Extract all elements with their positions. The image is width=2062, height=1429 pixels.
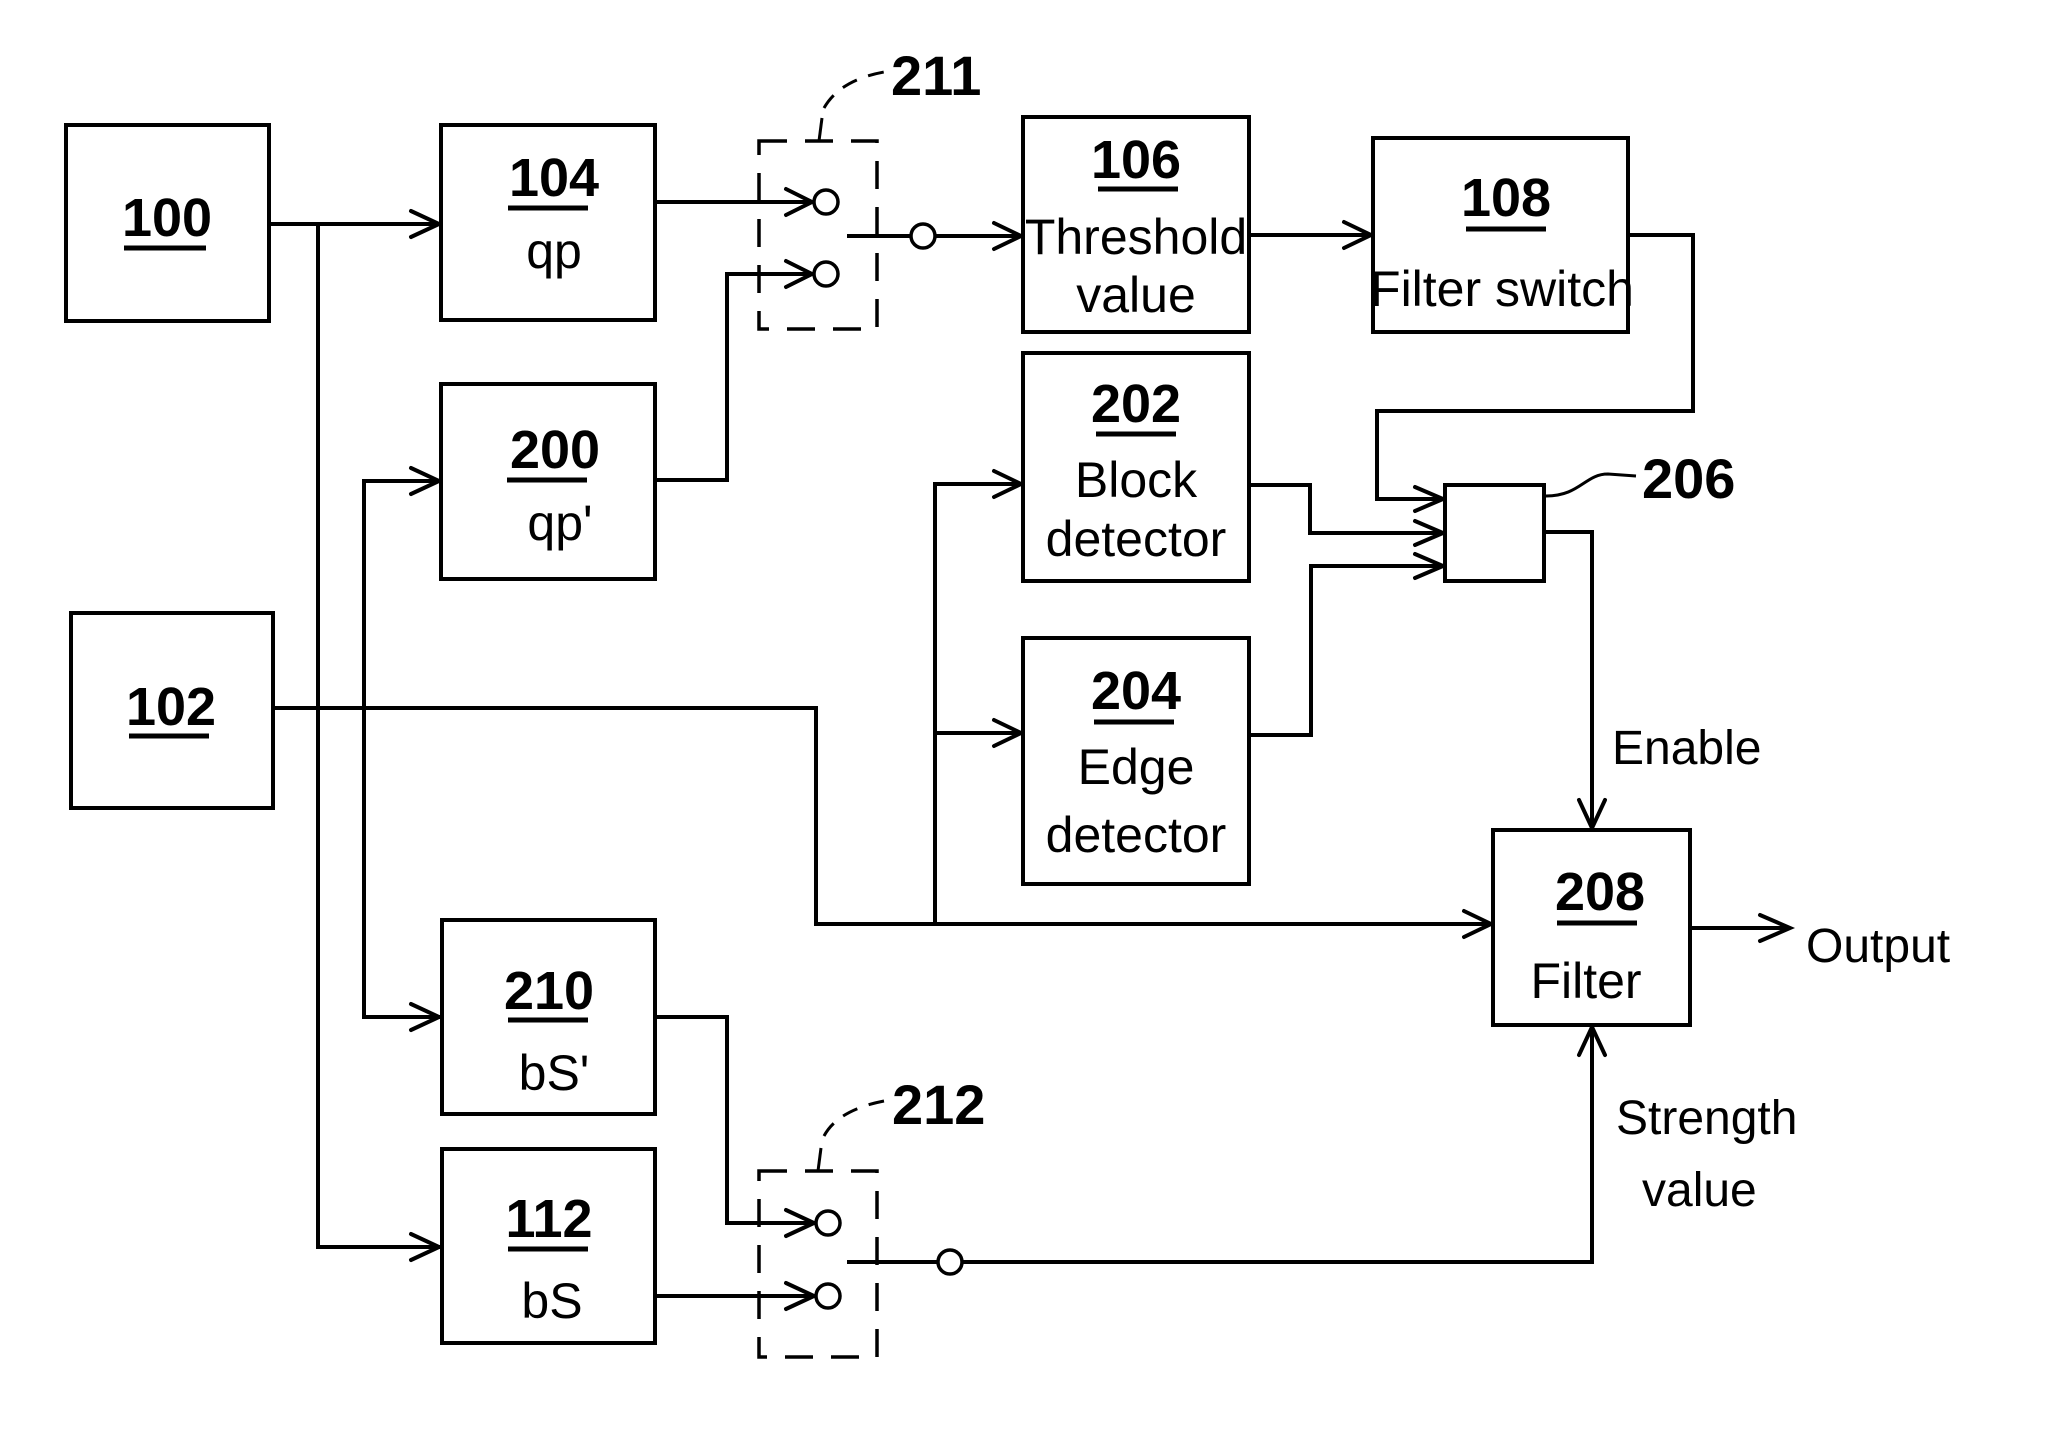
block-104-ref: 104 (509, 148, 599, 208)
block-112-ref: 112 (505, 1189, 592, 1249)
block-204-label-line1: Edge (1078, 739, 1195, 795)
combiner-206-leader (1545, 472, 1637, 498)
block-200-qp-prime: 200 qp' (439, 382, 657, 581)
switch-211-callout: 211 (891, 44, 981, 107)
switch-212-contact-top (814, 1209, 842, 1237)
block-202-block-detector: 202 Block detector (1021, 351, 1251, 583)
wire-204-to-206 (1249, 564, 1443, 737)
wire-to-detectors (933, 482, 1021, 924)
strength-value-label-line2: value (1642, 1164, 1757, 1217)
block-210-ref: 210 (504, 961, 594, 1021)
output-signal-label: Output (1806, 920, 1950, 973)
wire-200-to-211 (655, 272, 812, 482)
block-112-label: bS (521, 1273, 582, 1329)
block-104-qp: 104 qp (439, 123, 657, 322)
block-108-label: Filter switch (1370, 261, 1634, 317)
wire-102-trunk-to-200-210 (362, 479, 440, 1019)
switch-212-contact-bottom (814, 1282, 842, 1310)
block-208-label: Filter (1530, 953, 1641, 1009)
wire-202-to-206 (1249, 483, 1443, 535)
combiner-206-box (1443, 483, 1546, 583)
block-208-ref: 208 (1555, 862, 1645, 922)
block-104-label: qp (526, 223, 582, 279)
block-208-filter: 208 Filter (1491, 828, 1692, 1027)
block-202-ref: 202 (1091, 374, 1181, 434)
block-202-label-line1: Block (1075, 452, 1198, 508)
block-200-ref: 200 (510, 420, 600, 480)
block-108-ref: 108 (1461, 168, 1551, 228)
block-210-label: bS' (519, 1045, 590, 1101)
combiner-206-callout: 206 (1642, 447, 1735, 510)
wire-206-enable-to-208 (1544, 530, 1594, 828)
strength-value-label-line1: Strength (1616, 1092, 1797, 1145)
deblocking-filter-block-diagram: 211 212 206 100 102 104 qp 200 qp' 210 b… (64, 44, 1950, 1359)
switch-211-contact-bottom (812, 260, 840, 288)
block-108-filter-switch: 108 Filter switch (1370, 136, 1634, 334)
block-106-ref: 106 (1091, 130, 1181, 190)
switch-212-output-node (936, 1248, 964, 1276)
wire-212-out-b (962, 1027, 1594, 1264)
wire-102-main (273, 706, 1491, 926)
block-204-label-line2: detector (1046, 807, 1227, 863)
block-202-label-line2: detector (1046, 511, 1227, 567)
wire-100-trunk-to-112 (316, 224, 440, 1249)
block-106-threshold: 106 Threshold value (1021, 115, 1251, 334)
block-106-label-line2: value (1076, 267, 1196, 323)
block-100-ref: 100 (122, 188, 212, 248)
wire-210-to-212 (655, 1015, 814, 1225)
switch-212-leader-curve (822, 1099, 885, 1137)
block-106-label-line1: Threshold (1025, 209, 1247, 265)
switch-211-leader (817, 117, 824, 142)
switch-211-contact-top (812, 188, 840, 216)
switch-211-output-node (909, 222, 937, 250)
block-102-ref: 102 (126, 677, 216, 737)
switch-212-leader (816, 1147, 823, 1172)
switch-212-callout: 212 (892, 1073, 985, 1136)
block-204-ref: 204 (1091, 661, 1181, 721)
switch-211-leader-curve (822, 70, 885, 109)
switch-211: 211 (757, 44, 981, 331)
enable-signal-label: Enable (1612, 722, 1761, 775)
block-112-bs: 112 bS (440, 1147, 657, 1345)
block-200-label: qp' (527, 495, 592, 551)
block-100: 100 (64, 123, 271, 323)
block-204-edge-detector: 204 Edge detector (1021, 636, 1251, 886)
block-210-bs-prime: 210 bS' (440, 918, 657, 1116)
block-102: 102 (69, 611, 275, 810)
